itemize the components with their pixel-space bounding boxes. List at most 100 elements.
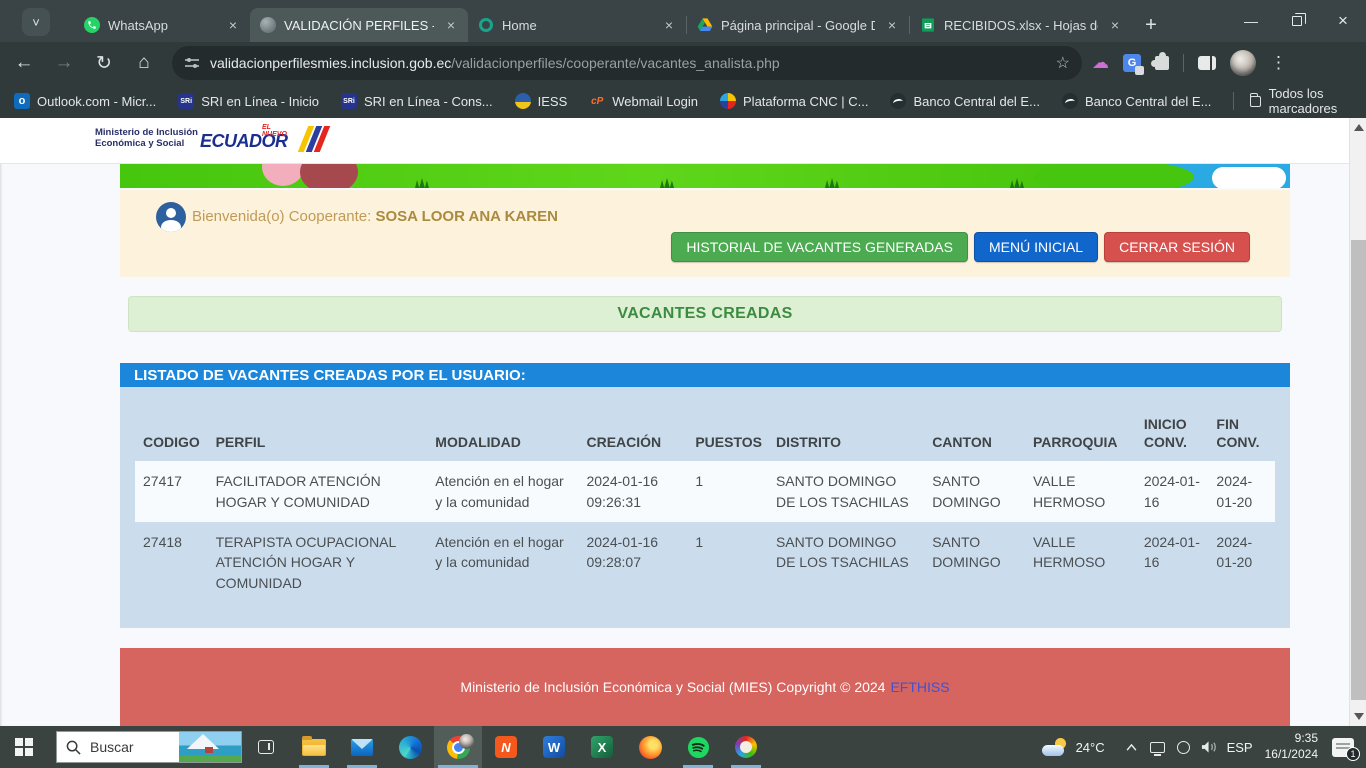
bookmark-banco-central-1[interactable]: Banco Central del E... (890, 93, 1039, 109)
cell-modalidad: Atención en el hogar y la comunidad (427, 522, 578, 603)
bookmark-sri-consultas[interactable]: SRiSRI en Línea - Cons... (341, 93, 493, 109)
taskbar-paint[interactable] (722, 726, 770, 768)
page-scrollbar[interactable] (1349, 118, 1366, 726)
taskbar-file-explorer[interactable] (290, 726, 338, 768)
cell-canton: SANTO DOMINGO (924, 461, 1025, 522)
bookmark-star-icon[interactable]: ☆ (1056, 53, 1070, 73)
minimize-button[interactable]: — (1228, 0, 1274, 42)
tab-close-button[interactable]: × (224, 16, 242, 34)
tab-whatsapp[interactable]: WhatsApp × (74, 8, 250, 42)
tab-close-button[interactable]: × (1106, 16, 1124, 34)
bookmark-sri-inicio[interactable]: SRiSRI en Línea - Inicio (178, 93, 319, 109)
scrollbar-up-arrow[interactable] (1354, 124, 1364, 131)
all-bookmarks-label: Todos los marcadores (1269, 86, 1352, 116)
col-modalidad: MODALIDAD (427, 409, 578, 461)
ecuador-logo-stripes (298, 126, 331, 152)
mail-icon (351, 739, 373, 756)
welcome-panel: Bienvenida(o) Cooperante: SOSA LOOR ANA … (120, 190, 1290, 277)
sync-icon[interactable] (1171, 726, 1197, 768)
tab-title: WhatsApp (108, 18, 216, 33)
taskbar-spotify[interactable] (674, 726, 722, 768)
taskbar-mail[interactable] (338, 726, 386, 768)
cloud-extension-icon[interactable]: ☁ (1092, 53, 1109, 73)
banco-central-icon (890, 93, 906, 109)
word-icon: W (543, 736, 565, 758)
taskbar-word[interactable]: W (530, 726, 578, 768)
tab-close-button[interactable]: × (442, 16, 460, 34)
tab-home[interactable]: Home × (468, 8, 686, 42)
extensions-puzzle-icon[interactable] (1155, 56, 1169, 70)
firefox-icon (639, 736, 662, 759)
network-icon[interactable] (1145, 726, 1171, 768)
tray-chevron-up[interactable] (1119, 726, 1145, 768)
restore-icon (1292, 16, 1302, 26)
taskbar-search-box[interactable]: Buscar (56, 731, 242, 763)
bookmark-label: Plataforma CNC | C... (743, 94, 868, 109)
translate-icon[interactable]: G (1123, 54, 1141, 72)
back-button[interactable]: ← (8, 47, 40, 79)
cell-parroquia: VALLE HERMOSO (1025, 461, 1136, 522)
hero-illustration (120, 164, 1290, 188)
history-vacantes-button[interactable]: HISTORIAL DE VACANTES GENERADAS (671, 232, 968, 262)
list-header: LISTADO DE VACANTES CREADAS POR EL USUAR… (120, 363, 1290, 387)
taskbar-edge[interactable] (386, 726, 434, 768)
restore-button[interactable] (1274, 0, 1320, 42)
taskbar-pdf[interactable]: N (482, 726, 530, 768)
bookmarks-separator (1233, 92, 1234, 110)
tab-recibidos-xlsx[interactable]: RECIBIDOS.xlsx - Hojas de cá × (910, 8, 1132, 42)
tray-date: 16/1/2024 (1265, 747, 1318, 763)
google-drive-icon (697, 17, 713, 33)
tray-weather[interactable]: 24°C (1042, 738, 1105, 756)
tray-time: 9:35 (1265, 731, 1318, 747)
profile-avatar[interactable] (1230, 50, 1256, 76)
bookmark-plataforma-cnc[interactable]: Plataforma CNC | C... (720, 93, 868, 109)
start-button[interactable] (0, 726, 48, 768)
cerrar-sesion-button[interactable]: CERRAR SESIÓN (1104, 232, 1250, 262)
tab-google-drive[interactable]: Página principal - Google Dr × (687, 8, 909, 42)
home-button[interactable]: ⌂ (128, 47, 160, 79)
site-info-icon[interactable] (184, 55, 200, 71)
menu-inicial-button[interactable]: MENÚ INICIAL (974, 232, 1098, 262)
tab-close-button[interactable]: × (883, 16, 901, 34)
bookmark-iess[interactable]: IESS (515, 93, 568, 109)
task-view-icon (258, 740, 274, 754)
forward-button[interactable]: → (48, 47, 80, 79)
folder-icon (1250, 96, 1261, 107)
page-footer: Ministerio de Inclusión Económica y Soci… (120, 648, 1290, 726)
task-view-button[interactable] (242, 726, 290, 768)
cell-perfil: FACILITADOR ATENCIÓN HOGAR Y COMUNIDAD (208, 461, 428, 522)
tab-close-button[interactable]: × (660, 16, 678, 34)
notification-center-icon[interactable]: 1 (1332, 738, 1354, 757)
vacancies-table: CODIGO PERFIL MODALIDAD CREACIÓN PUESTOS… (135, 409, 1275, 603)
tab-validacion-perfiles[interactable]: VALIDACIÓN PERFILES - MIE × (250, 8, 468, 42)
url-path: /validacionperfiles/cooperante/vacantes_… (451, 55, 1047, 71)
bookmark-webmail[interactable]: cPWebmail Login (589, 93, 698, 109)
google-sheets-icon (920, 17, 936, 33)
clock[interactable]: 9:35 16/1/2024 (1265, 731, 1318, 762)
bookmark-banco-central-2[interactable]: Banco Central del E... (1062, 93, 1211, 109)
taskbar-chrome[interactable] (434, 726, 482, 768)
bookmark-label: Banco Central del E... (913, 94, 1039, 109)
footer-link-efthiss[interactable]: EFTHISS (890, 679, 949, 695)
taskbar-excel[interactable]: X (578, 726, 626, 768)
bookmark-outlook[interactable]: oOutlook.com - Micr... (14, 93, 156, 109)
all-bookmarks[interactable]: Todos los marcadores (1233, 86, 1352, 116)
taskbar-firefox[interactable] (626, 726, 674, 768)
browser-tab-bar: ˅ WhatsApp × VALIDACIÓN PERFILES - MIE ×… (0, 0, 1366, 42)
windows-logo-icon (15, 738, 33, 756)
menu-dots-icon[interactable]: ⋮ (1270, 53, 1287, 73)
scrollbar-down-arrow[interactable] (1354, 713, 1364, 720)
side-panel-icon[interactable] (1198, 56, 1216, 70)
cell-fin: 2024-01-20 (1208, 522, 1275, 603)
keyboard-language[interactable]: ESP (1223, 726, 1257, 768)
cell-parroquia: VALLE HERMOSO (1025, 522, 1136, 603)
close-window-button[interactable]: × (1320, 0, 1366, 42)
scrollbar-thumb[interactable] (1351, 240, 1366, 700)
volume-icon[interactable] (1197, 726, 1223, 768)
address-bar[interactable]: validacionperfilesmies.inclusion.gob.ec … (172, 46, 1082, 80)
window-controls: — × (1228, 0, 1366, 42)
reload-button[interactable]: ↻ (88, 47, 120, 79)
cell-inicio: 2024-01-16 (1136, 461, 1209, 522)
tab-search-button[interactable]: ˅ (22, 8, 50, 36)
new-tab-button[interactable]: + (1136, 8, 1166, 42)
